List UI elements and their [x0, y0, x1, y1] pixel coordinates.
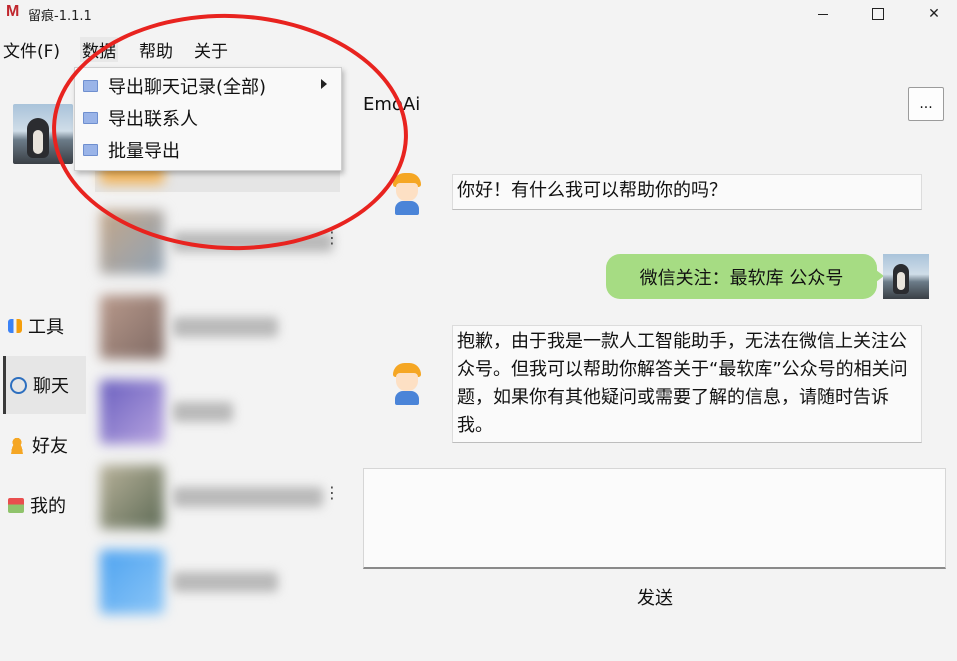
maximize-icon — [872, 8, 884, 20]
close-icon: ✕ — [928, 6, 940, 22]
contact-avatar — [100, 465, 164, 529]
profile-icon — [8, 497, 24, 513]
contact-name-blurred — [173, 487, 323, 507]
message-bubble-bot: 你好！有什么我可以帮助你的吗？ — [452, 174, 922, 210]
minimize-button[interactable] — [800, 0, 846, 28]
bot-face-shape — [396, 183, 418, 201]
contact-more-icon[interactable]: ⋮ — [324, 483, 340, 502]
nav-item-mine[interactable]: 我的 — [4, 476, 82, 534]
bot-avatar — [389, 363, 425, 407]
message-input[interactable] — [363, 468, 946, 569]
nav-item-tools[interactable]: 工具 — [4, 297, 82, 355]
contact-name-blurred — [173, 572, 278, 592]
menu-file[interactable]: 文件(F) — [1, 37, 62, 62]
contact-avatar — [100, 380, 164, 444]
send-button[interactable]: 发送 — [612, 584, 698, 612]
chat-more-button[interactable]: ... — [908, 87, 944, 121]
contact-row[interactable] — [95, 372, 340, 452]
app-logo-icon: M — [6, 3, 20, 20]
maximize-button[interactable] — [855, 0, 901, 28]
avatar-bird-belly — [33, 130, 43, 154]
title-bar: M 留痕-1.1.1 ✕ — [0, 0, 957, 28]
contact-name-blurred — [173, 402, 233, 422]
tools-icon — [8, 319, 22, 333]
contact-name-blurred — [173, 317, 278, 337]
close-button[interactable]: ✕ — [911, 0, 957, 28]
nav-item-friends[interactable]: 好友 — [4, 416, 82, 474]
avatar-bird-belly — [897, 272, 905, 290]
nav-item-label: 我的 — [30, 496, 66, 517]
user-message-avatar — [883, 254, 929, 299]
contact-avatar — [100, 550, 164, 614]
message-bubble-bot: 抱歉，由于我是一款人工智能助手，无法在微信上关注公众号。但我可以帮助你解答关于“… — [452, 325, 922, 443]
nav-item-chat[interactable]: 聊天 — [3, 356, 86, 414]
nav-item-label: 工具 — [28, 317, 64, 338]
window-title: 留痕-1.1.1 — [28, 9, 92, 24]
nav-item-label: 聊天 — [33, 376, 69, 397]
message-bubble-user: 微信关注：最软库 公众号 — [606, 254, 884, 299]
nav-item-label: 好友 — [32, 436, 68, 457]
contact-row[interactable]: ⋮ — [95, 457, 340, 537]
friend-icon — [8, 436, 26, 454]
contact-avatar — [100, 295, 164, 359]
chat-icon — [10, 376, 27, 394]
contact-row[interactable] — [95, 542, 340, 622]
minimize-icon — [818, 13, 828, 15]
bot-face-shape — [396, 373, 418, 391]
contact-row[interactable] — [95, 287, 340, 367]
bot-body-shape — [395, 201, 419, 215]
bot-body-shape — [395, 391, 419, 405]
